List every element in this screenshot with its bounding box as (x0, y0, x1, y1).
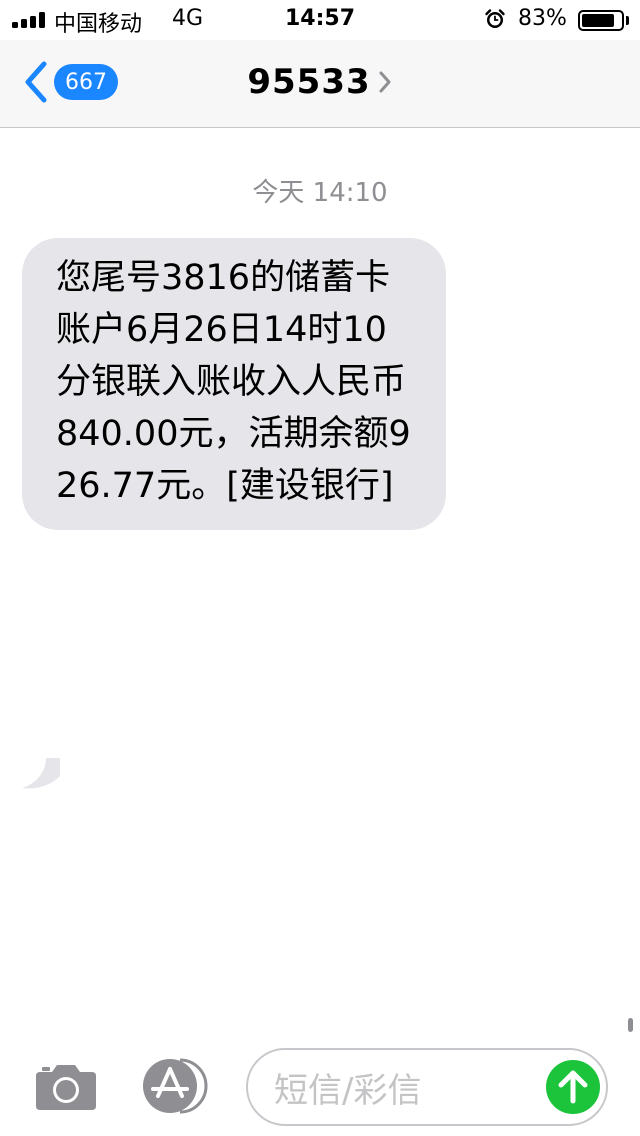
battery-cap (626, 16, 629, 25)
camera-icon[interactable] (34, 1062, 98, 1112)
arrow-up-icon (558, 1070, 588, 1104)
contact-title-button[interactable]: 95533 (0, 62, 640, 102)
navigation-bar: 667 95533 (0, 40, 640, 128)
battery-icon (578, 10, 624, 31)
messages-screen: 中国移动 4G 14:57 83% 667 95533 今天 14:10 您尾号… (0, 0, 640, 1136)
battery-percent: 83% (518, 6, 567, 31)
battery-level (582, 14, 614, 27)
contact-name: 95533 (247, 62, 371, 102)
scroll-indicator (628, 1018, 633, 1032)
message-timestamp: 今天 14:10 (252, 178, 388, 208)
status-bar: 中国移动 4G 14:57 83% (0, 0, 640, 40)
incoming-message-bubble[interactable]: 您尾号3816的储蓄卡账户6月26日14时10分银联入账收入人民币840.00元… (22, 238, 446, 530)
message-input-placeholder: 短信/彩信 (274, 1070, 422, 1111)
chevron-right-icon (379, 71, 391, 93)
bubble-tail (22, 758, 60, 789)
alarm-clock-icon (485, 9, 505, 28)
app-store-icon[interactable] (140, 1058, 212, 1114)
message-list: 您尾号3816的储蓄卡账户6月26日14时10分银联入账收入人民币840.00元… (22, 238, 446, 789)
send-button[interactable] (546, 1060, 600, 1114)
